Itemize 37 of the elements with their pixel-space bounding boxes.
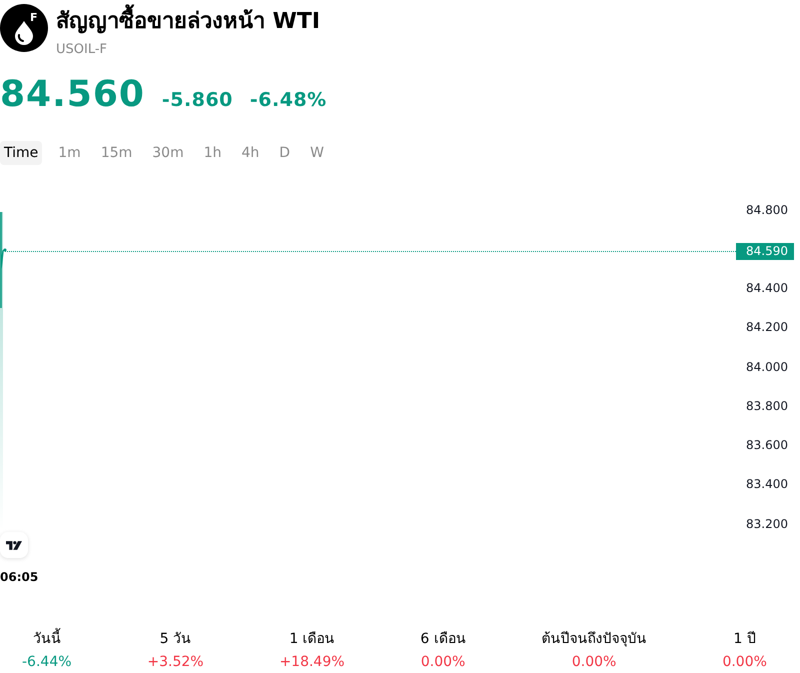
price-value: 84.560 <box>0 73 145 117</box>
period-label: ต้นปีจนถึงปัจจุบัน <box>542 630 647 650</box>
current-price-label: 84.590 <box>736 243 794 260</box>
logo-icon <box>0 532 28 558</box>
period-change: -6.44% <box>22 653 72 672</box>
timeframe-tab[interactable]: 1m <box>54 141 85 165</box>
timeframe-tab[interactable]: 1h <box>200 141 226 165</box>
period-change: +18.49% <box>279 653 345 672</box>
period-change: 0.00% <box>420 653 466 672</box>
period-label: 1 ปี <box>734 630 756 650</box>
timeframe-tab[interactable]: W <box>306 141 328 165</box>
price-axis-label: 84.200 <box>745 319 789 336</box>
period-label: 6 เดือน <box>420 630 466 650</box>
period-change: 0.00% <box>722 653 767 672</box>
price-axis-label: 84.000 <box>745 358 789 375</box>
price-change: -5.860 <box>162 88 233 112</box>
price-axis-label: 84.800 <box>745 202 789 218</box>
symbol-label: USOIL-F <box>56 41 108 59</box>
price-axis-label: 83.400 <box>745 476 789 492</box>
period-change: 0.00% <box>572 653 616 672</box>
price-change-percent: -6.48% <box>250 88 327 112</box>
price-axis-label: 84.400 <box>745 280 789 296</box>
timeframe-tab[interactable]: 15m <box>96 141 136 165</box>
time-axis-label: 06:05 <box>0 569 38 586</box>
period-change: +3.52% <box>147 653 204 672</box>
category-letter: F <box>30 11 38 24</box>
timeframe-tab[interactable]: Time <box>0 141 42 165</box>
timeframe-tab[interactable]: 30m <box>148 141 188 165</box>
period-label: 1 เดือน <box>289 630 335 650</box>
timeframe-tab[interactable]: D <box>275 141 294 165</box>
period-label: 5 วัน <box>160 630 192 650</box>
price-axis-label: 83.200 <box>745 516 789 532</box>
price-axis-label: 83.600 <box>745 437 789 454</box>
oil-drop-icon <box>0 4 48 52</box>
period-label: วันนี้ <box>32 629 61 650</box>
price-axis-label: 83.800 <box>745 398 789 414</box>
timeframe-tab[interactable]: 4h <box>238 141 264 165</box>
